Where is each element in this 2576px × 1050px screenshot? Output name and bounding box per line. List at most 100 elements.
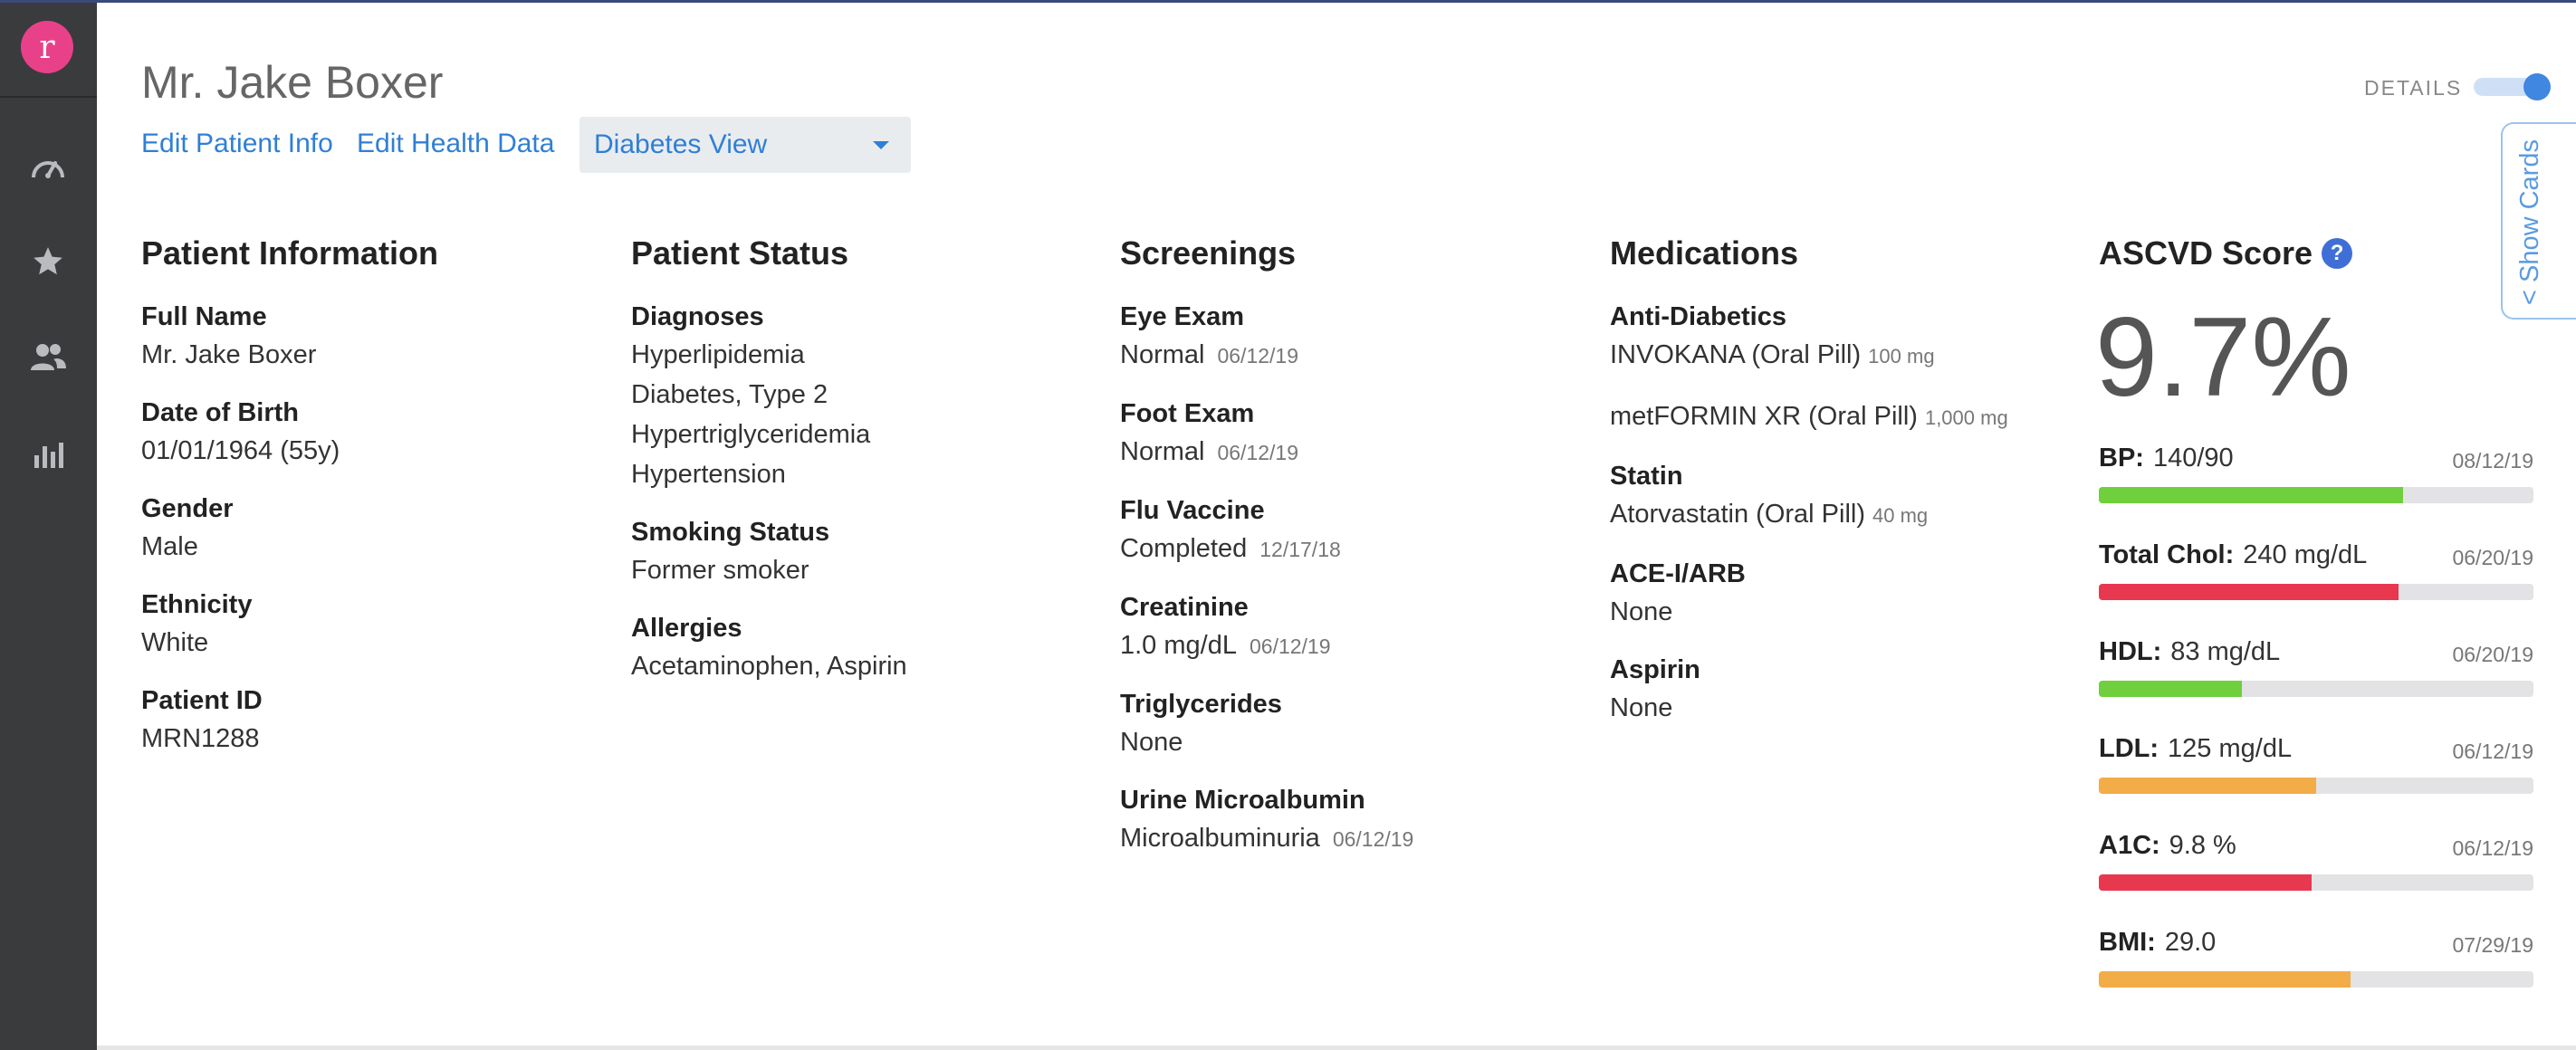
star-icon[interactable] xyxy=(29,243,67,281)
metric-bar xyxy=(2099,487,2533,503)
screening-item: Triglycerides None xyxy=(1120,686,1413,762)
show-cards-label: < Show Cards xyxy=(2515,139,2544,305)
allergies-group: Allergies Acetaminophen, Aspirin xyxy=(631,610,907,686)
field-value: Former smoker xyxy=(631,556,809,585)
metric-date: 06/12/19 xyxy=(2452,740,2533,763)
field-value: Normal 06/12/19 xyxy=(1120,432,1413,472)
diagnosis-item: Diabetes, Type 2 xyxy=(631,380,828,409)
field-label: Gender xyxy=(141,494,234,523)
section-title: Patient Information xyxy=(141,234,439,272)
patient-information-section: Patient Information Full Name Mr. Jake B… xyxy=(141,234,438,778)
caret-down-icon xyxy=(873,141,889,149)
metric-name: HDL: xyxy=(2099,637,2162,666)
metric-value: 29.0 xyxy=(2164,928,2217,957)
section-title: Medications xyxy=(1610,234,1799,272)
screening-date: 06/12/19 xyxy=(1217,441,1298,464)
field-value: None xyxy=(1120,722,1413,762)
field-value: None xyxy=(1610,597,1673,626)
field-value: Normal 06/12/19 xyxy=(1120,335,1413,376)
field-label: Foot Exam xyxy=(1120,399,1255,428)
patient-status-section: Patient Status Diagnoses Hyperlipidemia … xyxy=(631,234,907,706)
field-value: None xyxy=(1610,693,1673,722)
edit-patient-info-link[interactable]: Edit Patient Info xyxy=(141,129,333,159)
medication-dose: 1,000 mg xyxy=(1924,406,2008,429)
sidebar: r xyxy=(0,3,97,1050)
metric-bar xyxy=(2099,681,2533,697)
gauge-icon[interactable] xyxy=(29,147,67,185)
details-toggle-label: DETAILS xyxy=(2364,76,2463,100)
section-title: Screenings xyxy=(1120,234,1297,272)
field-label: Date of Birth xyxy=(141,398,299,427)
diagnosis-item: Hyperlipidemia xyxy=(631,340,805,369)
field-patient-id: Patient ID MRN1288 xyxy=(141,682,438,759)
metric-bar-fill xyxy=(2099,778,2316,794)
field-value: White xyxy=(141,628,209,657)
metric-date: 07/29/19 xyxy=(2452,933,2533,957)
metric-bar-fill xyxy=(2099,584,2399,600)
field-label: Ethnicity xyxy=(141,590,253,619)
screening-date: 06/12/19 xyxy=(1217,344,1298,368)
field-value: 1.0 mg/dL 06/12/19 xyxy=(1120,625,1413,666)
help-icon[interactable]: ? xyxy=(2322,238,2353,269)
metric-name: BP: xyxy=(2099,444,2144,472)
field-label: Smoking Status xyxy=(631,518,830,547)
metric-bar xyxy=(2099,584,2533,600)
field-value: Completed 12/17/18 xyxy=(1120,529,1413,569)
field-value: 01/01/1964 (55y) xyxy=(141,436,340,465)
screenings-section: Screenings Eye Exam Normal 06/12/19 Foot … xyxy=(1120,234,1413,879)
field-ethnicity: Ethnicity White xyxy=(141,587,438,663)
metric-date: 08/12/19 xyxy=(2452,449,2533,472)
field-label: Allergies xyxy=(631,614,742,643)
metric-bar xyxy=(2099,778,2533,794)
field-label: Aspirin xyxy=(1610,655,1700,684)
metric-total-chol: Total Chol: 240 mg/dL 06/20/19 xyxy=(2099,540,2533,637)
metric-date: 06/20/19 xyxy=(2452,643,2533,666)
sidebar-divider xyxy=(0,96,97,98)
show-cards-tab[interactable]: < Show Cards xyxy=(2501,122,2576,320)
metric-date: 06/12/19 xyxy=(2452,836,2533,860)
field-label: Eye Exam xyxy=(1120,302,1245,331)
section-title: ASCVD Score xyxy=(2099,234,2313,272)
view-select-value: Diabetes View xyxy=(594,129,768,159)
screening-item: Eye Exam Normal 06/12/19 xyxy=(1120,299,1413,376)
app-logo[interactable]: r xyxy=(21,21,73,73)
metric-bar-fill xyxy=(2099,487,2403,503)
field-label: Statin xyxy=(1610,462,1683,491)
metric-name: LDL: xyxy=(2099,734,2159,763)
screening-item: Foot Exam Normal 06/12/19 xyxy=(1120,396,1413,472)
metric-value: 125 mg/dL xyxy=(2168,734,2293,763)
bar-chart-icon[interactable] xyxy=(29,435,67,473)
medication-name: INVOKANA (Oral Pill) xyxy=(1610,340,1862,369)
screening-value: None xyxy=(1120,728,1183,757)
metric-hdl: HDL: 83 mg/dL 06/20/19 xyxy=(2099,637,2533,734)
medication-name: metFORMIN XR (Oral Pill) xyxy=(1610,402,1918,431)
ascvd-score: 9.7% xyxy=(2095,295,2351,420)
field-gender: Gender Male xyxy=(141,491,438,567)
metric-value: 9.8 % xyxy=(2169,831,2236,860)
screening-value: Completed xyxy=(1120,534,1248,563)
metric-name: BMI: xyxy=(2099,928,2156,957)
metric-value: 240 mg/dL xyxy=(2243,540,2368,569)
metric-bar xyxy=(2099,874,2533,891)
field-full-name: Full Name Mr. Jake Boxer xyxy=(141,299,438,375)
medication-item: INVOKANA (Oral Pill) 100 mg xyxy=(1610,335,2008,377)
field-value: Mr. Jake Boxer xyxy=(141,340,317,369)
field-label: Full Name xyxy=(141,302,267,331)
medication-name: Atorvastatin (Oral Pill) xyxy=(1610,500,1866,529)
users-icon[interactable] xyxy=(29,338,67,376)
field-value: MRN1288 xyxy=(141,724,260,753)
screening-item: Flu Vaccine Completed 12/17/18 xyxy=(1120,492,1413,569)
field-value: Male xyxy=(141,532,198,561)
edit-health-data-link[interactable]: Edit Health Data xyxy=(357,129,554,159)
medication-item: metFORMIN XR (Oral Pill) 1,000 mg xyxy=(1610,396,2008,438)
medications-section: Medications Anti-Diabetics INVOKANA (Ora… xyxy=(1610,234,2008,748)
metric-bar-fill xyxy=(2099,874,2313,891)
details-toggle-knob[interactable] xyxy=(2523,73,2551,100)
view-select[interactable]: Diabetes View xyxy=(579,117,911,173)
screening-value: 1.0 mg/dL xyxy=(1120,631,1237,660)
field-label: ACE-I/ARB xyxy=(1610,559,1746,588)
field-label: Diagnoses xyxy=(631,302,764,331)
screening-value: Normal xyxy=(1120,437,1205,466)
field-label: Urine Microalbumin xyxy=(1120,786,1365,815)
ace-arb-group: ACE-I/ARB None xyxy=(1610,556,2008,632)
